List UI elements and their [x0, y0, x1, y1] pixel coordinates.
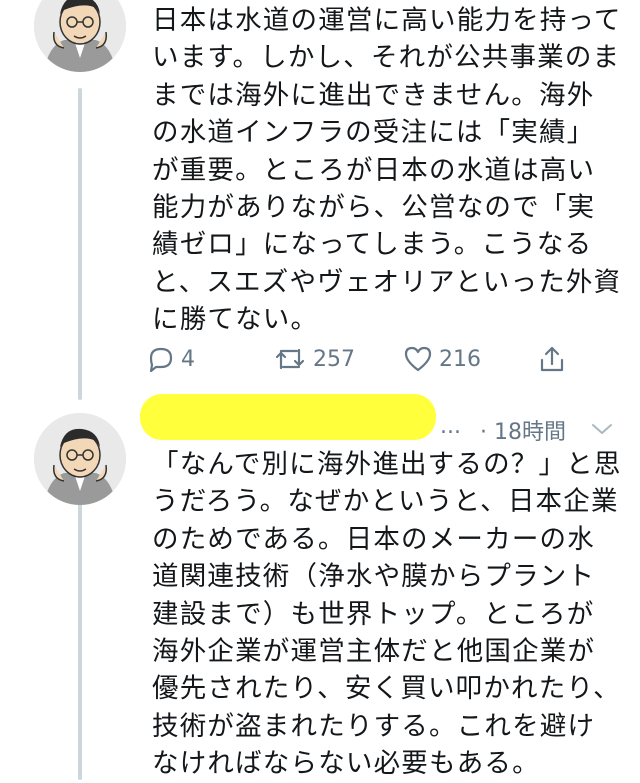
tweet-text: 「なんで別に海外進出するの？」と思うだろう。なぜかというと、日本企業のためである…: [152, 449, 622, 780]
name-ellipsis: ...: [440, 414, 461, 439]
timestamp[interactable]: · 18時間: [480, 414, 566, 446]
tweet-actions: 4 257 216: [145, 344, 615, 388]
thread-line: [78, 88, 82, 400]
like-icon: [403, 344, 433, 374]
avatar[interactable]: [34, 0, 126, 72]
tweet-text: 日本は水道の運営に高い能力を持っています。しかし、それが公共事業のままでは海外に…: [152, 5, 622, 336]
avatar-illustration: [34, 0, 126, 72]
retweet-count: 257: [313, 346, 355, 372]
tweet-header: ... · 18時間: [140, 394, 620, 446]
tweet-menu-button[interactable]: [590, 418, 614, 443]
retweet-button[interactable]: 257: [273, 344, 355, 374]
reply-button[interactable]: 4: [145, 344, 195, 374]
share-button[interactable]: [537, 344, 567, 374]
share-icon: [537, 344, 567, 374]
chevron-down-icon: [590, 418, 614, 443]
like-button[interactable]: 216: [403, 344, 481, 374]
retweet-icon: [273, 344, 307, 374]
reply-count: 4: [181, 346, 195, 372]
avatar[interactable]: [34, 413, 126, 505]
thread-line: [78, 500, 82, 780]
avatar-illustration: [34, 413, 126, 505]
like-count: 216: [439, 346, 481, 372]
reply-icon: [145, 344, 175, 374]
redacted-author-name[interactable]: [140, 394, 436, 440]
